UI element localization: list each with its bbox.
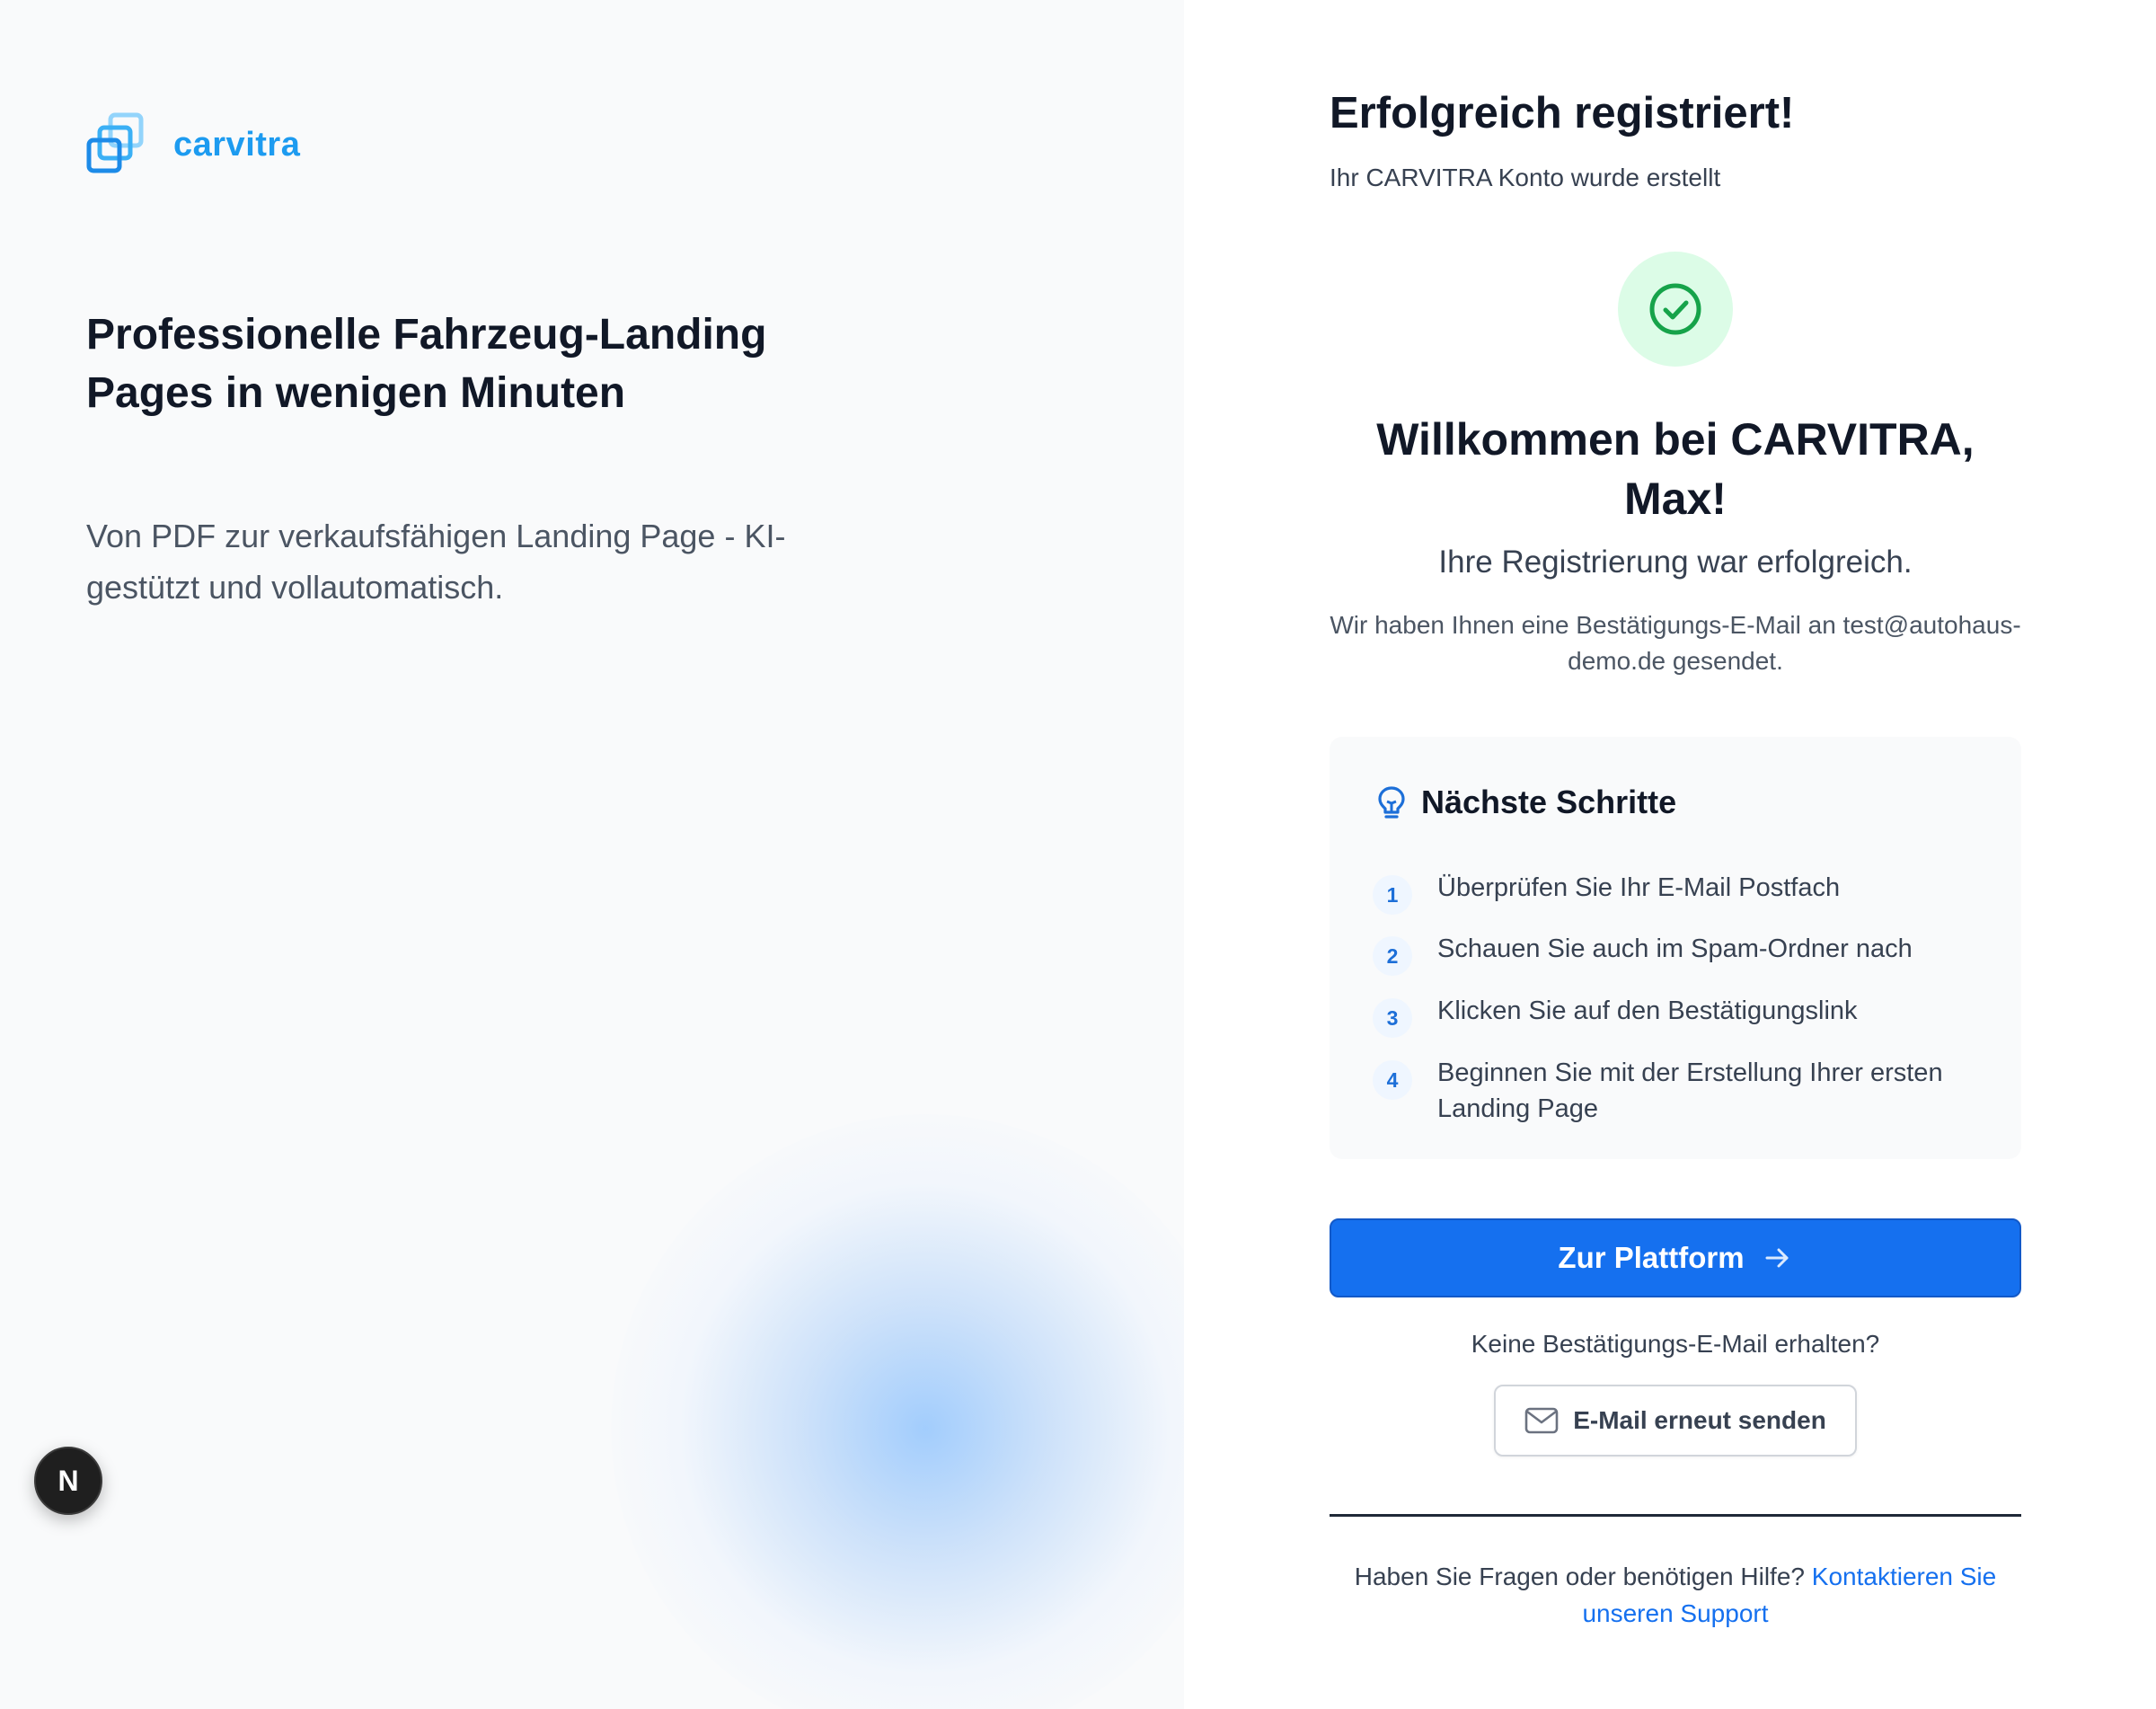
n-logo-icon: N bbox=[57, 1464, 79, 1497]
confirmation-mail-info: Wir haben Ihnen eine Bestätigungs-E-Mail… bbox=[1330, 611, 2021, 675]
hero-title: Professionelle Fahrzeug-Landing Pages in… bbox=[86, 311, 767, 417]
help-question: Haben Sie Fragen oder benötigen Hilfe? bbox=[1354, 1563, 1805, 1590]
step-text: Beginnen Sie mit der Erstellung Ihrer er… bbox=[1437, 1058, 1943, 1123]
step-text: Klicken Sie auf den Bestätigungslink bbox=[1437, 996, 1858, 1025]
step-number: 3 bbox=[1373, 998, 1412, 1038]
hero-subtitle: Von PDF zur verkaufsfähigen Landing Page… bbox=[86, 518, 786, 606]
page-subtitle: Ihr CARVITRA Konto wurde erstellt bbox=[1330, 164, 1721, 191]
arrow-right-icon bbox=[1765, 1248, 1789, 1268]
resend-email-label: E-Mail erneut senden bbox=[1573, 1406, 1826, 1434]
go-to-platform-button[interactable]: Zur Plattform bbox=[1330, 1218, 2021, 1297]
step-text: Schauen Sie auch im Spam-Ordner nach bbox=[1437, 934, 1913, 963]
step-number: 2 bbox=[1373, 936, 1412, 976]
no-mail-text: Keine Bestätigungs-E-Mail erhalten? bbox=[1471, 1330, 1880, 1358]
divider bbox=[1330, 1514, 2021, 1517]
next-steps-header: Nächste Schritte bbox=[1376, 784, 1676, 821]
step-item: 3 Klicken Sie auf den Bestätigungslink bbox=[1373, 993, 2012, 1038]
step-number: 1 bbox=[1373, 875, 1412, 915]
lightbulb-icon bbox=[1378, 786, 1405, 819]
step-item: 2 Schauen Sie auch im Spam-Ordner nach bbox=[1373, 931, 2012, 976]
next-steps-card: Nächste Schritte 1 Überprüfen Sie Ihr E-… bbox=[1330, 737, 2021, 1159]
brand-name: carvitra bbox=[173, 125, 301, 164]
step-number: 4 bbox=[1373, 1060, 1412, 1100]
resend-email-button[interactable]: E-Mail erneut senden bbox=[1494, 1385, 1857, 1457]
check-circle-icon bbox=[1649, 283, 1701, 335]
success-badge bbox=[1618, 252, 1733, 367]
step-text: Überprüfen Sie Ihr E-Mail Postfach bbox=[1437, 873, 1841, 902]
welcome-heading: Willkommen bei CARVITRA, Max! bbox=[1376, 414, 1975, 524]
step-item: 4 Beginnen Sie mit der Erstellung Ihrer … bbox=[1373, 1055, 2012, 1127]
next-steps-title: Nächste Schritte bbox=[1421, 784, 1677, 820]
right-panel: Erfolgreich registriert! Ihr CARVITRA Ko… bbox=[1184, 0, 2156, 1709]
background-glow bbox=[611, 1114, 1184, 1709]
mail-icon bbox=[1524, 1407, 1559, 1434]
left-panel: carvitra Professionelle Fahrzeug-Landing… bbox=[0, 0, 1184, 1709]
logo-icon bbox=[86, 112, 144, 173]
go-to-platform-label: Zur Plattform bbox=[1558, 1241, 1745, 1274]
dev-tools-badge[interactable]: N bbox=[34, 1447, 102, 1515]
brand-logo[interactable]: carvitra bbox=[85, 111, 300, 178]
page-title: Erfolgreich registriert! bbox=[1330, 89, 1795, 137]
step-item: 1 Überprüfen Sie Ihr E-Mail Postfach bbox=[1373, 870, 2012, 915]
registration-success-text: Ihre Registrierung war erfolgreich. bbox=[1438, 545, 1913, 580]
help-text: Haben Sie Fragen oder benötigen Hilfe? K… bbox=[1330, 1558, 2021, 1632]
